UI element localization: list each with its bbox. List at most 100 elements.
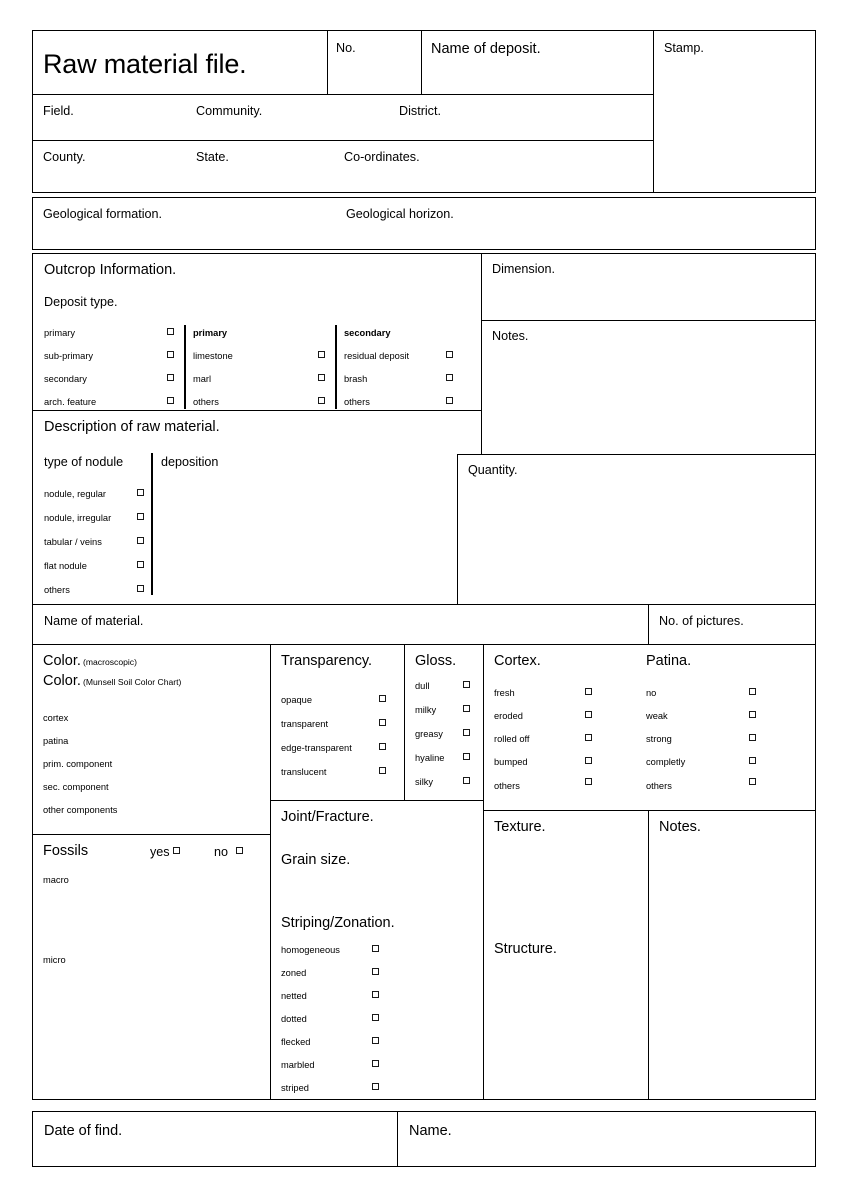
outcrop-col-divider-1: [184, 325, 186, 409]
nodule-item-4-checkbox[interactable]: [137, 585, 144, 592]
outcrop-c3-item-1-label: brash: [344, 374, 368, 384]
transparency-item-3-checkbox[interactable]: [379, 767, 386, 774]
name-of-deposit-cell[interactable]: Name of deposit.: [421, 30, 654, 95]
striping-item-6-checkbox[interactable]: [372, 1083, 379, 1090]
fossils-macro-label[interactable]: macro: [43, 875, 69, 885]
outcrop-c2-item-2-checkbox[interactable]: [318, 397, 325, 404]
outcrop-c2-header: primary: [193, 328, 228, 338]
transparency-item-0-checkbox[interactable]: [379, 695, 386, 702]
cortex-item-1-label: eroded: [494, 711, 523, 721]
fossils-yes-checkbox[interactable]: [173, 847, 180, 854]
cortex-item-2-checkbox[interactable]: [585, 734, 592, 741]
outcrop-c1-item-2-checkbox[interactable]: [167, 374, 174, 381]
color-label-2: Color.: [43, 673, 81, 689]
field-community-district-row[interactable]: Field. Community. District.: [32, 94, 654, 141]
patina-item-0-checkbox[interactable]: [749, 688, 756, 695]
gloss-item-2-label: greasy: [415, 729, 443, 739]
outcrop-c2-item-0-label: limestone: [193, 351, 233, 361]
outcrop-c2-item-2-label: others: [193, 397, 219, 407]
cortex-item-3-checkbox[interactable]: [585, 757, 592, 764]
state-label: State.: [196, 150, 229, 164]
striping-item-6-label: striped: [281, 1083, 309, 1093]
striping-item-1-label: zoned: [281, 968, 307, 978]
name-of-material-cell[interactable]: Name of material.: [32, 604, 649, 645]
notes-bottom-cell[interactable]: Notes.: [648, 810, 816, 1100]
patina-item-2-checkbox[interactable]: [749, 734, 756, 741]
joint-fracture-heading: Joint/Fracture.: [281, 809, 374, 825]
transparency-item-1-checkbox[interactable]: [379, 719, 386, 726]
nodule-item-1-label: nodule, irregular: [44, 513, 112, 523]
name-of-deposit-label: Name of deposit.: [431, 41, 541, 57]
outcrop-heading: Outcrop Information.: [44, 262, 177, 278]
quantity-label: Quantity.: [468, 463, 518, 477]
striping-item-4-checkbox[interactable]: [372, 1037, 379, 1044]
no-of-pictures-cell[interactable]: No. of pictures.: [648, 604, 816, 645]
nodule-item-3-checkbox[interactable]: [137, 561, 144, 568]
color-row-1-label[interactable]: patina: [43, 736, 68, 746]
geological-row[interactable]: Geological formation. Geological horizon…: [32, 197, 816, 250]
deposition-label: deposition: [161, 455, 219, 469]
joint-grain-striping-panel: Joint/Fracture. Grain size. Striping/Zon…: [270, 800, 484, 1100]
date-of-find-cell[interactable]: Date of find.: [32, 1111, 398, 1167]
gloss-item-4-checkbox[interactable]: [463, 777, 470, 784]
outcrop-c1-item-0-checkbox[interactable]: [167, 328, 174, 335]
cortex-item-1-checkbox[interactable]: [585, 711, 592, 718]
name-of-material-label: Name of material.: [44, 614, 144, 628]
name-cell[interactable]: Name.: [397, 1111, 816, 1167]
dimension-label: Dimension.: [492, 262, 555, 276]
raw-material-file-form: Raw material file. No. Name of deposit. …: [0, 0, 850, 1202]
cortex-item-0-checkbox[interactable]: [585, 688, 592, 695]
no-cell[interactable]: No.: [327, 30, 422, 95]
gloss-item-3-checkbox[interactable]: [463, 753, 470, 760]
outcrop-c3-item-2-checkbox[interactable]: [446, 397, 453, 404]
page-title: Raw material file.: [43, 49, 247, 79]
texture-structure-panel[interactable]: Texture. Structure.: [483, 810, 649, 1100]
fossils-no-checkbox[interactable]: [236, 847, 243, 854]
transparency-item-2-checkbox[interactable]: [379, 743, 386, 750]
patina-item-1-checkbox[interactable]: [749, 711, 756, 718]
dimension-cell[interactable]: Dimension.: [481, 253, 816, 321]
outcrop-c1-item-1-label: sub-primary: [44, 351, 94, 361]
striping-item-3-checkbox[interactable]: [372, 1014, 379, 1021]
stamp-cell[interactable]: Stamp.: [653, 30, 816, 193]
notes-top-cell[interactable]: Notes.: [481, 320, 816, 455]
transparency-item-2-label: edge-transparent: [281, 743, 352, 753]
county-state-coordinates-row[interactable]: County. State. Co-ordinates.: [32, 140, 654, 193]
outcrop-c1-item-1-checkbox[interactable]: [167, 351, 174, 358]
no-label: No.: [336, 41, 356, 55]
gloss-item-0-checkbox[interactable]: [463, 681, 470, 688]
patina-item-4-label: others: [646, 781, 672, 791]
striping-item-2-checkbox[interactable]: [372, 991, 379, 998]
outcrop-c3-item-0-checkbox[interactable]: [446, 351, 453, 358]
nodule-item-1-checkbox[interactable]: [137, 513, 144, 520]
color-row-0-label[interactable]: cortex: [43, 713, 68, 723]
patina-item-4-checkbox[interactable]: [749, 778, 756, 785]
striping-item-2-label: netted: [281, 991, 307, 1001]
outcrop-c3-item-1-checkbox[interactable]: [446, 374, 453, 381]
cortex-item-3-label: bumped: [494, 757, 528, 767]
cortex-item-4-checkbox[interactable]: [585, 778, 592, 785]
nodule-item-0-checkbox[interactable]: [137, 489, 144, 496]
description-heading: Description of raw material.: [44, 419, 220, 435]
outcrop-c1-item-3-checkbox[interactable]: [167, 397, 174, 404]
striping-item-0-checkbox[interactable]: [372, 945, 379, 952]
gloss-item-2-checkbox[interactable]: [463, 729, 470, 736]
outcrop-c3-item-2-label: others: [344, 397, 370, 407]
color-row-3-label[interactable]: sec. component: [43, 782, 109, 792]
outcrop-c2-item-0-checkbox[interactable]: [318, 351, 325, 358]
cortex-heading: Cortex.: [494, 653, 541, 669]
striping-item-1-checkbox[interactable]: [372, 968, 379, 975]
patina-item-3-checkbox[interactable]: [749, 757, 756, 764]
gloss-item-1-checkbox[interactable]: [463, 705, 470, 712]
color-sub-1: (macroscopic): [83, 657, 137, 667]
fossils-micro-label[interactable]: micro: [43, 955, 66, 965]
field-label: Field.: [43, 104, 74, 118]
color-row-4-label[interactable]: other components: [43, 805, 117, 815]
texture-heading: Texture.: [494, 819, 546, 835]
nodule-item-2-checkbox[interactable]: [137, 537, 144, 544]
quantity-cell[interactable]: Quantity.: [457, 454, 816, 605]
striping-item-5-checkbox[interactable]: [372, 1060, 379, 1067]
outcrop-c2-item-1-label: marl: [193, 374, 212, 384]
outcrop-c2-item-1-checkbox[interactable]: [318, 374, 325, 381]
color-row-2-label[interactable]: prim. component: [43, 759, 112, 769]
